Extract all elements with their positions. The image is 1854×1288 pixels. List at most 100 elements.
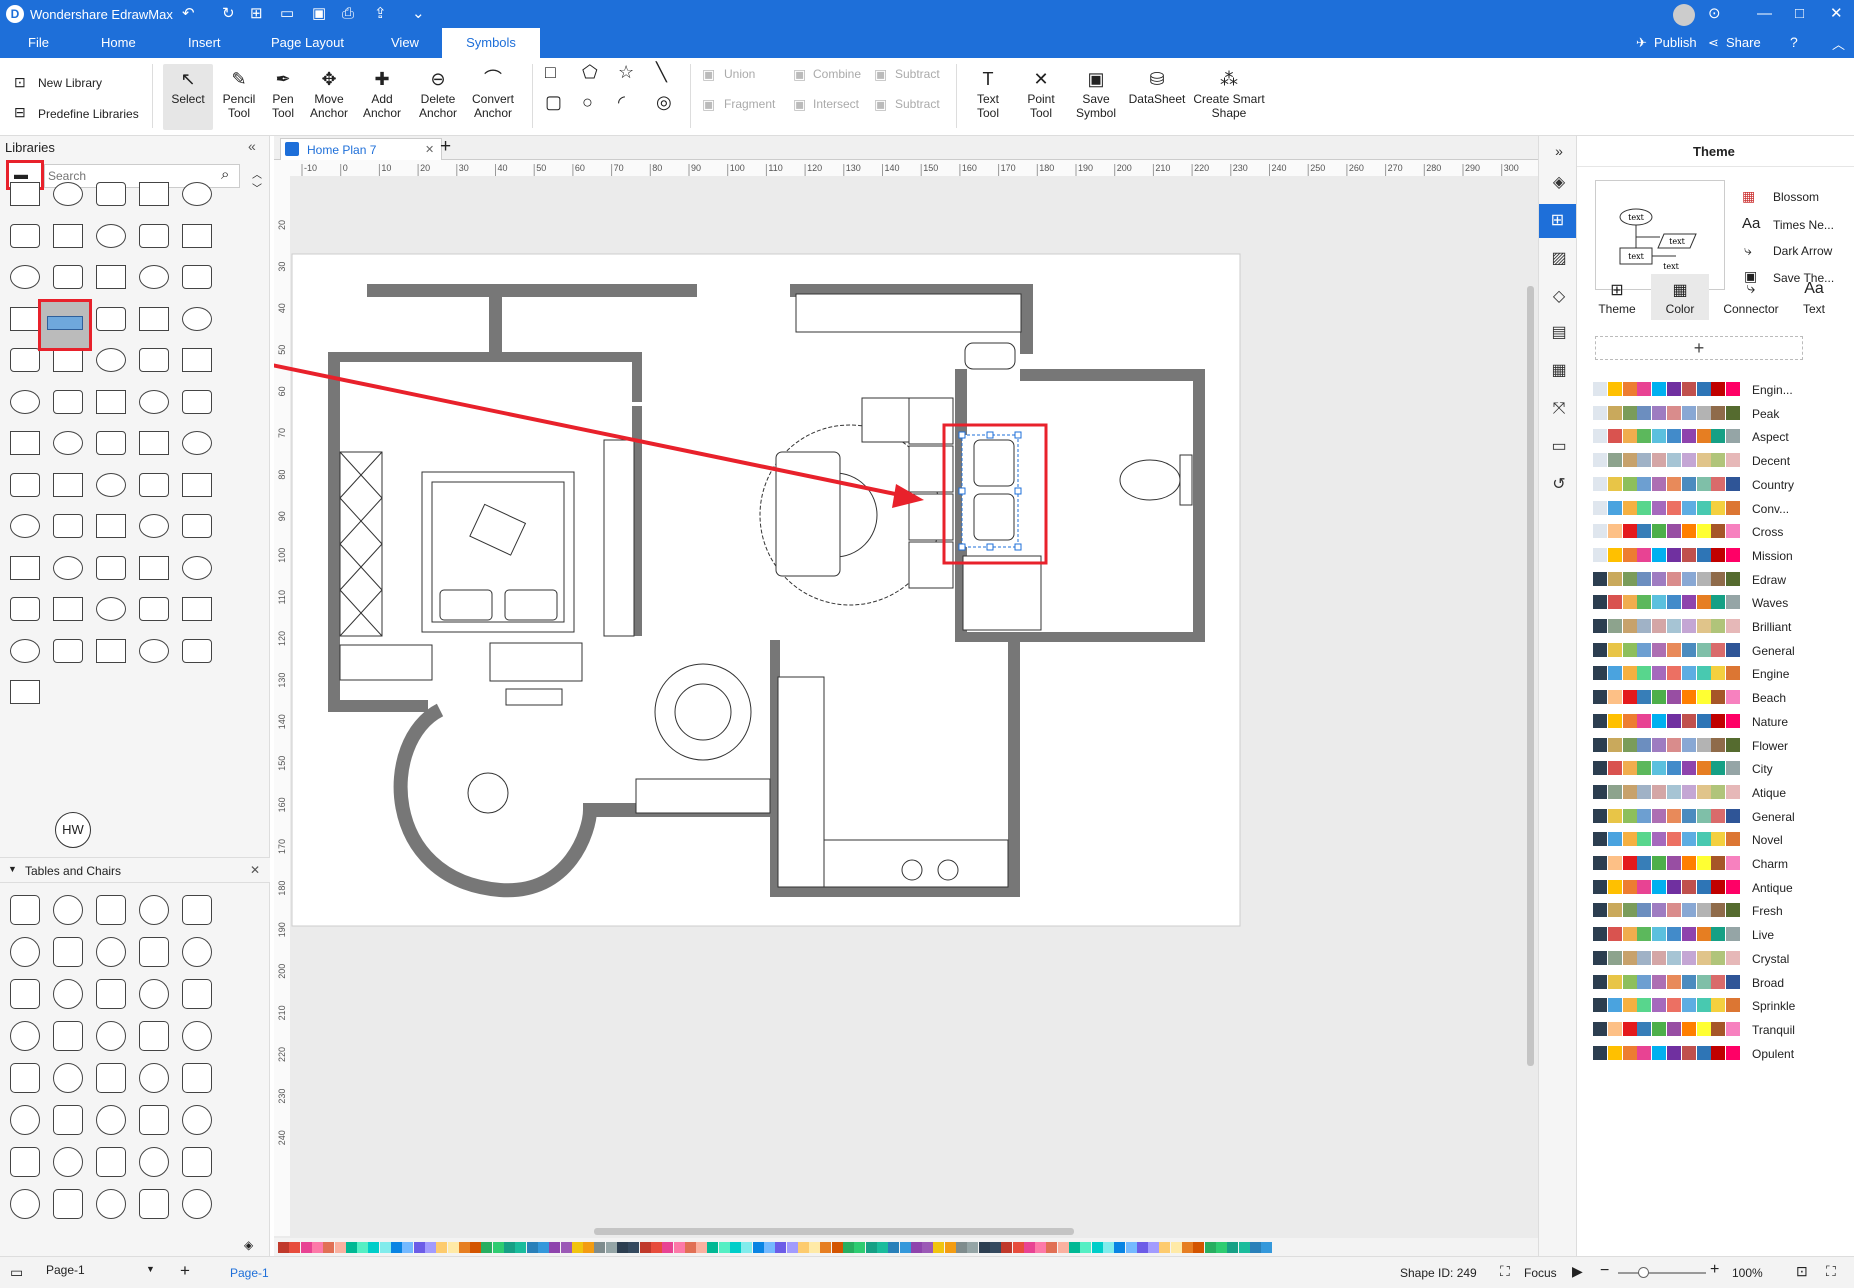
palette-name[interactable]: Country (1752, 478, 1794, 492)
palette-swatch[interactable] (1696, 998, 1711, 1013)
palette-swatch[interactable] (1593, 974, 1607, 989)
palette-swatch[interactable] (1696, 832, 1711, 847)
paint-bucket-icon[interactable]: ◈ (244, 1238, 253, 1252)
palette-swatch[interactable] (1696, 808, 1711, 823)
palette-swatch[interactable] (1593, 713, 1607, 728)
horizontal-scrollbar[interactable] (594, 1228, 1074, 1235)
palette-swatch[interactable] (1681, 761, 1696, 776)
palette-name[interactable]: City (1752, 762, 1773, 776)
arc-shape-icon[interactable]: ◜ (618, 92, 625, 113)
palette-swatch[interactable] (1622, 571, 1637, 586)
subtract-button[interactable]: Subtract (895, 67, 940, 81)
scroll-down-icon[interactable]: ﹀ (252, 180, 262, 195)
color-swatch[interactable] (797, 1242, 809, 1253)
library-shape[interactable] (133, 891, 175, 929)
palette-swatch[interactable] (1681, 690, 1696, 705)
palette-swatch[interactable] (1607, 500, 1622, 515)
color-swatch[interactable] (865, 1242, 877, 1253)
palette-swatch[interactable] (1667, 382, 1681, 396)
color-swatch[interactable] (402, 1242, 414, 1253)
intersect-button[interactable]: Intersect (813, 97, 859, 111)
selection-handle[interactable] (1014, 487, 1022, 495)
palette-swatch[interactable] (1652, 761, 1667, 776)
library-shape[interactable] (176, 891, 218, 929)
palette-swatch[interactable] (1696, 927, 1711, 942)
palette-swatch[interactable] (1711, 856, 1726, 870)
selection-handle[interactable] (958, 431, 966, 439)
scroll-up-icon[interactable]: ︿ (252, 166, 262, 181)
palette-swatch[interactable] (1607, 903, 1622, 918)
hw-shape[interactable]: HW (55, 812, 91, 848)
palette-swatch[interactable] (1711, 761, 1726, 776)
color-swatch[interactable] (504, 1242, 515, 1253)
palette-swatch[interactable] (1652, 879, 1667, 894)
palette-name[interactable]: General (1752, 810, 1795, 824)
menu-insert[interactable]: Insert (188, 35, 221, 50)
library-shape[interactable] (47, 259, 89, 297)
palette-swatch[interactable] (1667, 405, 1681, 420)
color-swatch[interactable] (956, 1242, 967, 1253)
color-swatch[interactable] (436, 1242, 448, 1253)
fit-icon[interactable]: ⤧ (1548, 398, 1570, 420)
palette-swatch[interactable] (1637, 832, 1652, 847)
palette-swatch[interactable] (1622, 784, 1637, 799)
palette-swatch[interactable] (1593, 524, 1607, 539)
color-swatch[interactable] (967, 1242, 979, 1253)
image-icon[interactable]: ▨ (1548, 248, 1570, 270)
presentation-icon[interactable]: ▭ (1548, 436, 1570, 458)
palette-swatch[interactable] (1726, 1045, 1741, 1060)
palette-swatch[interactable] (1622, 405, 1637, 420)
palette-swatch[interactable] (1622, 950, 1637, 965)
palette-swatch[interactable] (1637, 595, 1652, 610)
color-swatch[interactable] (910, 1242, 922, 1253)
section-header-tables-and-chairs[interactable]: ▼ Tables and Chairs ✕ (0, 857, 270, 883)
palette-name[interactable]: Cross (1752, 525, 1783, 539)
library-shape[interactable] (176, 975, 218, 1013)
color-swatch[interactable] (831, 1242, 843, 1253)
palette-swatch[interactable] (1637, 950, 1652, 965)
library-shape[interactable] (47, 508, 89, 546)
palette-swatch[interactable] (1726, 1021, 1741, 1036)
layers-icon[interactable]: ◇ (1548, 286, 1570, 308)
palette-swatch[interactable] (1667, 974, 1681, 989)
palette-swatch[interactable] (1681, 524, 1696, 539)
palette-swatch[interactable] (1726, 690, 1741, 705)
palette-swatch[interactable] (1607, 690, 1622, 705)
palette-swatch[interactable] (1681, 666, 1696, 681)
palette-swatch[interactable] (1622, 927, 1637, 942)
palette-swatch[interactable] (1667, 453, 1681, 468)
palette-name[interactable]: Novel (1752, 833, 1783, 847)
selected-sink-shape[interactable] (38, 299, 92, 351)
palette-swatch[interactable] (1726, 856, 1741, 870)
palette-swatch[interactable] (1607, 998, 1622, 1013)
palette-swatch[interactable] (1696, 974, 1711, 989)
palette-swatch[interactable] (1711, 690, 1726, 705)
color-swatch[interactable] (978, 1242, 990, 1253)
library-shape[interactable] (47, 550, 89, 588)
library-shape[interactable] (4, 1059, 46, 1097)
library-shape[interactable] (133, 591, 175, 629)
palette-swatch[interactable] (1637, 903, 1652, 918)
palette-swatch[interactable] (1667, 547, 1681, 562)
publish-icon[interactable]: ✈ (1636, 35, 1647, 51)
color-swatch[interactable] (775, 1242, 787, 1253)
palette-swatch[interactable] (1711, 737, 1726, 752)
palette-swatch[interactable] (1681, 713, 1696, 728)
palette-swatch[interactable] (1607, 713, 1622, 728)
library-shape[interactable] (176, 591, 218, 629)
library-shape[interactable] (90, 1185, 132, 1223)
color-swatch[interactable] (1069, 1242, 1080, 1253)
palette-swatch[interactable] (1607, 642, 1622, 657)
palette-swatch[interactable] (1607, 808, 1622, 823)
color-swatch[interactable] (1227, 1242, 1239, 1253)
palette-swatch[interactable] (1711, 429, 1726, 444)
palette-swatch[interactable] (1637, 808, 1652, 823)
color-swatch[interactable] (718, 1242, 730, 1253)
palette-swatch[interactable] (1607, 524, 1622, 539)
library-shape[interactable] (4, 933, 46, 971)
palette-name[interactable]: Waves (1752, 596, 1788, 610)
palette-swatch[interactable] (1607, 595, 1622, 610)
library-shape[interactable] (133, 218, 175, 256)
palette-swatch[interactable] (1652, 382, 1667, 396)
palette-swatch[interactable] (1622, 476, 1637, 491)
